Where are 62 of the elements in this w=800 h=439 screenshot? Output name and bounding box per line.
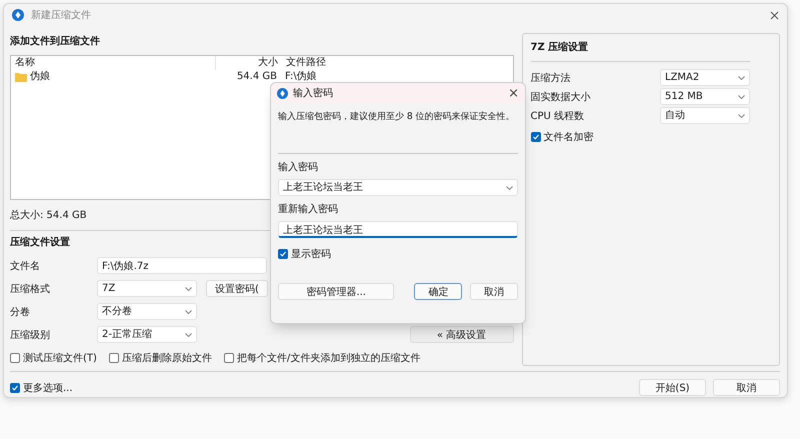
dialog-message: 输入压缩包密码，建议使用至少 8 位的密码来保证安全性。 (278, 110, 516, 124)
cancel-button[interactable]: 取消 (470, 283, 518, 300)
column-header[interactable]: 文件路径 (278, 56, 326, 70)
dropdown[interactable]: 512 MB (660, 88, 750, 105)
app-icon (12, 9, 24, 21)
field-label: CPU 线程数 (530, 110, 584, 122)
checkbox-label: 显示密码 (291, 248, 331, 261)
chevron-icon (738, 76, 745, 80)
field-label: 固实数据大小 (530, 90, 591, 104)
checkbox-label: 测试压缩文件(T) (23, 352, 97, 365)
field-label: 重新输入密码 (278, 203, 339, 217)
app-icon (277, 88, 288, 98)
cancel-button[interactable]: 取消 (713, 379, 780, 396)
chevron-icon (185, 286, 192, 290)
ok-button[interactable]: 确定 (414, 283, 462, 300)
total-size: 总大小: 54.4 GB (10, 209, 88, 223)
window-title: 新建压缩文件 (31, 8, 91, 22)
dropdown[interactable]: 自动 (660, 107, 750, 124)
file-size: 54.4 GB (236, 70, 277, 84)
close-icon[interactable] (770, 10, 779, 20)
advanced-settings-button[interactable]: « 高级设置 (410, 326, 514, 343)
field-label: 压缩方法 (530, 72, 571, 84)
section-heading: 压缩文件设置 (10, 236, 71, 250)
confirm-password-field[interactable]: 上老王论坛当老王 (278, 221, 518, 238)
checkbox[interactable] (278, 249, 288, 259)
field-label: 文件名 (10, 260, 41, 272)
chevron-icon (185, 332, 192, 336)
field-label: 压缩级别 (10, 328, 51, 342)
section-heading: 添加文件到压缩文件 (10, 34, 101, 49)
dropdown[interactable]: 不分卷 (97, 303, 197, 320)
password-manager-button[interactable]: 密码管理器... (278, 283, 394, 300)
dialog-title: 输入密码 (293, 86, 333, 100)
checkbox-label: 压缩后删除原始文件 (122, 352, 212, 365)
section-heading: 7Z 压缩设置 (530, 40, 590, 55)
checkbox-label: 把每个文件/文件夹添加到独立的压缩文件 (236, 352, 420, 365)
file-path: F:\伪娘 (284, 70, 317, 84)
start-button[interactable]: 开始(S) (639, 379, 706, 396)
file-name[interactable]: 伪娘 (30, 70, 50, 84)
dropdown[interactable]: 7Z (97, 280, 197, 297)
password-field[interactable]: 上老王论坛当老王 (278, 179, 518, 196)
column-header[interactable]: 大小 (216, 56, 278, 70)
checkbox[interactable] (10, 353, 20, 363)
dropdown[interactable]: LZMA2 (660, 69, 750, 86)
checkbox[interactable] (224, 353, 234, 363)
checkbox-label: 文件名加密 (544, 130, 594, 144)
file-name-field[interactable]: F:\伪娘.7z (97, 257, 267, 274)
dropdown[interactable]: 2-正常压缩 (97, 326, 197, 343)
chevron-icon (738, 114, 745, 118)
chevron-icon (506, 186, 513, 190)
chevron-icon (185, 310, 192, 314)
checkbox[interactable] (530, 132, 541, 142)
folder-icon (15, 72, 27, 82)
chevron-icon (738, 94, 745, 98)
checkbox[interactable] (10, 382, 20, 392)
set-password-button[interactable]: 设置密码( (206, 280, 268, 297)
checkbox-label: 更多选项... (23, 382, 73, 394)
field-label: 压缩格式 (10, 282, 51, 296)
column-header[interactable]: 名称 (11, 56, 216, 70)
field-label: 分卷 (10, 306, 31, 318)
field-label: 输入密码 (278, 161, 319, 175)
checkbox[interactable] (108, 353, 119, 363)
close-button[interactable]: × (508, 86, 519, 100)
